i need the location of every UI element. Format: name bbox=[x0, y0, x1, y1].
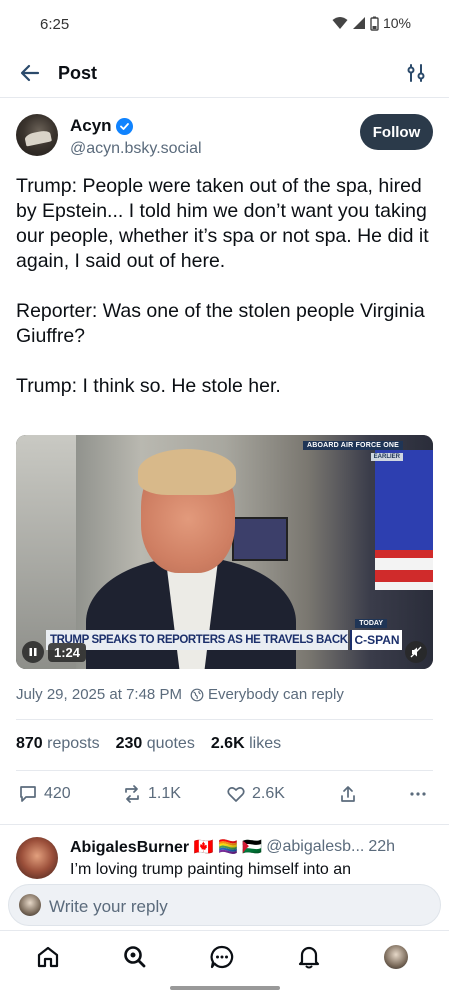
bottom-nav bbox=[0, 930, 449, 982]
likes-label: likes bbox=[249, 735, 282, 752]
more-options-button[interactable] bbox=[408, 784, 428, 804]
post-meta: July 29, 2025 at 7:48 PM Everybody can r… bbox=[16, 686, 433, 703]
video-background-flag bbox=[375, 450, 433, 590]
video-earlier-tag: EARLIER bbox=[370, 453, 403, 461]
author-name: Acyn bbox=[70, 116, 112, 135]
reposts-label: reposts bbox=[47, 735, 100, 752]
reply-author-name[interactable]: AbigalesBurner 🇨🇦 🏳️‍🌈 🇵🇸 bbox=[70, 837, 262, 857]
page-title: Post bbox=[58, 63, 98, 83]
chat-icon bbox=[210, 945, 234, 969]
share-icon bbox=[341, 786, 355, 802]
status-time: 6:25 bbox=[40, 16, 70, 33]
back-button[interactable] bbox=[18, 61, 42, 85]
divider bbox=[16, 770, 433, 771]
video-location-tag: ABOARD AIR FORCE ONE bbox=[302, 441, 403, 450]
heart-icon bbox=[227, 787, 245, 802]
post-author: Acyn @acyn.bsky.social Follow bbox=[16, 112, 433, 162]
battery-percent: 10% bbox=[382, 15, 411, 31]
reply-button[interactable]: 420 bbox=[18, 784, 71, 804]
speaker-muted-icon bbox=[410, 646, 422, 658]
reply-post[interactable]: AbigalesBurner 🇨🇦 🏳️‍🌈 🇵🇸 @abigalesb... … bbox=[0, 824, 449, 884]
follow-button[interactable]: Follow bbox=[360, 114, 433, 150]
wifi-icon bbox=[332, 17, 348, 29]
reply-author-handle[interactable]: @abigalesb... bbox=[266, 838, 364, 856]
status-icons: 10% bbox=[332, 15, 411, 31]
like-count: 2.6K bbox=[252, 785, 285, 802]
likes-count: 2.6K bbox=[210, 735, 245, 752]
reply-compose-bar[interactable]: Write your reply bbox=[8, 884, 441, 926]
pause-icon bbox=[29, 648, 37, 656]
quotes-count: 230 bbox=[115, 735, 143, 752]
video-chyron: TRUMP SPEAKS TO REPORTERS AS HE TRAVELS … bbox=[46, 630, 348, 650]
user-avatar bbox=[19, 894, 41, 916]
bell-icon bbox=[298, 946, 320, 969]
like-button[interactable]: 2.6K bbox=[226, 784, 285, 804]
reply-input-placeholder: Write your reply bbox=[49, 897, 168, 916]
top-header: Post bbox=[0, 50, 449, 98]
reposts-count: 870 bbox=[16, 735, 43, 752]
globe-icon bbox=[190, 688, 204, 701]
comment-icon bbox=[20, 786, 36, 802]
nav-profile[interactable] bbox=[382, 943, 410, 971]
likes-stat[interactable]: 2.6K likes bbox=[211, 735, 281, 753]
video-player[interactable]: ABOARD AIR FORCE ONE EARLIER TODAY TRUMP… bbox=[16, 435, 433, 669]
video-today-tag: TODAY bbox=[355, 619, 387, 628]
home-indicator[interactable] bbox=[170, 986, 280, 990]
share-button[interactable] bbox=[338, 784, 358, 804]
status-bar: 6:25 10% bbox=[0, 0, 449, 50]
nav-notifications[interactable] bbox=[295, 943, 323, 971]
quotes-stat[interactable]: 230 quotes bbox=[116, 735, 195, 753]
reply-time: 22h bbox=[368, 838, 396, 855]
repost-icon bbox=[125, 785, 139, 803]
reply-setting[interactable]: Everybody can reply bbox=[190, 686, 344, 703]
reply-count: 420 bbox=[44, 785, 71, 802]
verified-check-icon bbox=[115, 117, 133, 135]
video-network-logo: C-SPAN bbox=[350, 630, 402, 650]
search-icon bbox=[124, 946, 146, 968]
reply-header: AbigalesBurner 🇨🇦 🏳️‍🌈 🇵🇸 @abigalesb... … bbox=[70, 837, 395, 857]
reply-setting-label: Everybody can reply bbox=[207, 686, 344, 703]
divider bbox=[16, 719, 433, 720]
author-avatar[interactable] bbox=[16, 114, 58, 156]
profile-avatar bbox=[384, 945, 408, 969]
post-text: Trump: People were taken out of the spa,… bbox=[16, 175, 429, 397]
thread-settings-button[interactable] bbox=[405, 62, 427, 84]
reply-text: I’m loving trump painting himself into a… bbox=[70, 861, 352, 878]
nav-home[interactable] bbox=[34, 943, 62, 971]
video-duration: 1:24 bbox=[48, 643, 87, 662]
reply-author-avatar[interactable] bbox=[16, 837, 58, 879]
mute-button[interactable] bbox=[405, 641, 427, 663]
post-timestamp: July 29, 2025 at 7:48 PM bbox=[16, 686, 182, 703]
post-stats: 870 reposts 230 quotes 2.6K likes bbox=[16, 735, 281, 753]
pause-button[interactable] bbox=[22, 641, 44, 663]
reposts-stat[interactable]: 870 reposts bbox=[16, 735, 100, 753]
author-name-row[interactable]: Acyn bbox=[70, 116, 133, 136]
nav-chat[interactable] bbox=[208, 943, 236, 971]
post-actions: 420 1.1K 2.6K bbox=[16, 784, 433, 810]
sliders-icon bbox=[407, 64, 425, 82]
repost-count: 1.1K bbox=[148, 785, 181, 802]
home-icon bbox=[37, 946, 59, 968]
author-handle[interactable]: @acyn.bsky.social bbox=[70, 140, 202, 158]
arrow-left-icon bbox=[20, 64, 40, 82]
battery-icon bbox=[370, 16, 379, 31]
quotes-label: quotes bbox=[146, 735, 195, 752]
nav-search[interactable] bbox=[121, 943, 149, 971]
repost-button[interactable]: 1.1K bbox=[122, 784, 181, 804]
more-dots-icon bbox=[410, 792, 426, 796]
signal-icon bbox=[352, 17, 365, 29]
